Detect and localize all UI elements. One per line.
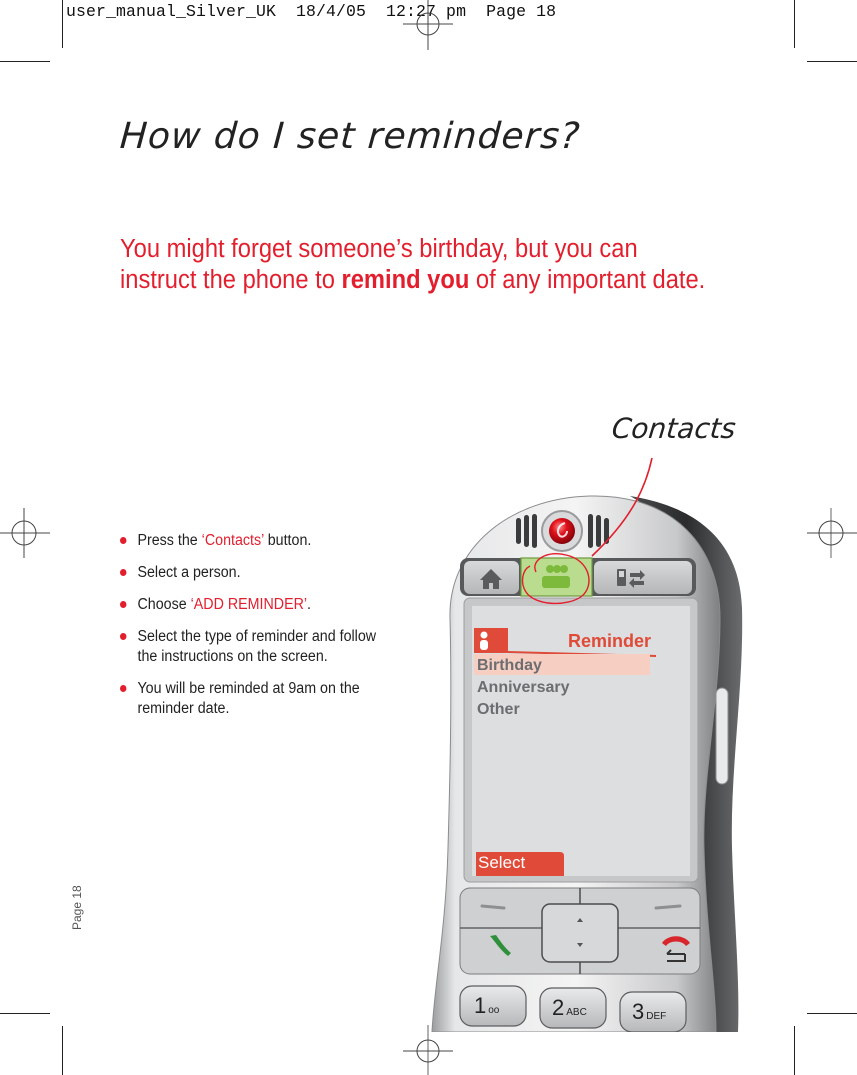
registration-mark <box>403 0 453 50</box>
side-button <box>715 687 729 785</box>
crop-mark <box>0 61 50 62</box>
registration-mark <box>403 1025 453 1075</box>
crop-mark <box>807 1013 857 1014</box>
bullet-icon <box>120 569 127 576</box>
crop-mark <box>807 61 857 62</box>
key-1-label[interactable]: 1 ᴏᴏ <box>474 993 499 1019</box>
crop-mark <box>62 1026 63 1075</box>
step-item: Choose ‘ADD REMINDER’. <box>120 595 396 615</box>
crop-mark <box>794 1026 795 1075</box>
steps-list: Press the ‘Contacts’ button. Select a pe… <box>120 531 396 731</box>
crop-mark <box>62 0 63 48</box>
page-number-label: Page 18 <box>70 885 84 930</box>
page-title: How do I set reminders? <box>118 116 582 157</box>
print-slug: user_manual_Silver_UK 18/4/05 12:27 pm P… <box>66 2 557 21</box>
key-3-label[interactable]: 3 DEF <box>632 999 666 1025</box>
intro-text-end: of any important date. <box>469 266 706 294</box>
key-2-label[interactable]: 2 ABC <box>552 995 587 1021</box>
contacts-annotation-label: Contacts <box>610 412 738 445</box>
intro-emphasis: remind you <box>341 266 470 294</box>
crop-mark <box>794 0 795 48</box>
screen-header-title: Reminder <box>568 631 652 651</box>
step-text: Choose <box>137 596 191 613</box>
bullet-icon <box>120 685 127 692</box>
crop-mark <box>0 1013 50 1014</box>
step-text: Select a person. <box>137 564 241 581</box>
registration-mark <box>807 508 857 558</box>
bullet-icon <box>120 633 127 640</box>
step-text-end: . <box>307 596 312 613</box>
tab-transfer <box>594 561 692 594</box>
contacts-icon <box>542 565 570 588</box>
step-text: You will be reminded at 9am on the remin… <box>137 680 360 717</box>
step-highlight: ‘ADD REMINDER’ <box>190 596 308 613</box>
step-item: You will be reminded at 9am on the remin… <box>120 679 396 719</box>
intro-paragraph: You might forget someone’s birthday, but… <box>120 234 715 296</box>
registration-mark <box>0 508 50 558</box>
step-text: Select the type of reminder and follow t… <box>137 628 377 665</box>
step-item: Press the ‘Contacts’ button. <box>120 531 396 551</box>
phone-illustration: Reminder Birthday Anniversary Other Sele… <box>420 488 760 1032</box>
menu-item-anniversary[interactable]: Anniversary <box>477 679 570 697</box>
bullet-icon <box>120 601 127 608</box>
menu-item-birthday[interactable]: Birthday <box>477 657 542 675</box>
select-softkey[interactable]: Select <box>478 853 525 873</box>
step-highlight: ‘Contacts’ <box>201 532 264 549</box>
step-item: Select the type of reminder and follow t… <box>120 627 396 667</box>
menu-item-other[interactable]: Other <box>477 701 520 719</box>
nav-dpad <box>541 903 619 963</box>
step-item: Select a person. <box>120 563 396 583</box>
step-text-end: button. <box>263 532 312 549</box>
bullet-icon <box>120 537 127 544</box>
step-text: Press the <box>137 532 202 549</box>
